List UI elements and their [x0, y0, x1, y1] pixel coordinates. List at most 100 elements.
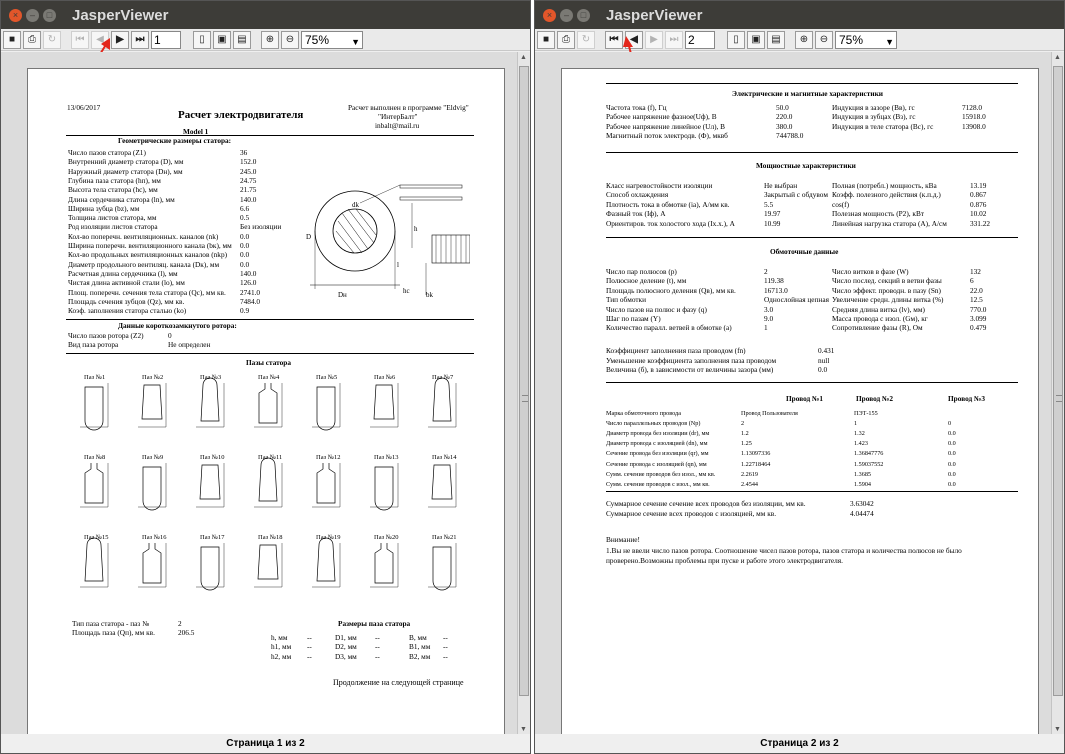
zoom-select[interactable]: 75% ▼: [835, 30, 897, 49]
row-value: 1.36847776: [854, 450, 884, 458]
table-row: Уменьшение коэффициента заполнения паза …: [606, 356, 906, 366]
row-value: 1.5904: [854, 480, 872, 488]
company-name: "ИнтерБалт": [378, 112, 418, 121]
save-button[interactable]: ■: [3, 30, 21, 49]
table-row: Тип обмотки Однослойная цепная: [606, 295, 829, 304]
slot-label: Паз №11: [258, 454, 282, 461]
close-icon: ×: [12, 9, 19, 20]
last-page-button[interactable]: ⏭: [131, 30, 149, 49]
print-button[interactable]: ⎙: [23, 30, 41, 49]
row-label: Число послед. секций в ветви фазы: [832, 276, 942, 286]
row-value: 0.0: [240, 259, 250, 269]
maximize-window-button[interactable]: □: [43, 8, 56, 22]
fit-page-button[interactable]: ▣: [747, 30, 765, 49]
table-row: h, мм -- D1, мм -- B, мм --: [271, 633, 471, 642]
report-date: 13/06/2017: [67, 103, 101, 112]
report-viewport[interactable]: Электрические и магнитные характеристики…: [535, 52, 1064, 740]
zoom-select[interactable]: 75% ▼: [301, 30, 363, 49]
last-page-icon: ⏭: [135, 34, 145, 45]
row-label: Длина сердечника статора (ln), мм: [68, 194, 175, 204]
row-value: Не определен: [168, 340, 211, 350]
slot-shape: [428, 377, 457, 428]
printer-icon: ⎙: [562, 34, 570, 45]
reload-button[interactable]: ↻: [43, 30, 61, 49]
fit-page-button[interactable]: ▣: [213, 30, 231, 49]
last-page-button[interactable]: ⏭: [665, 30, 683, 49]
slot-type-value: 2: [178, 619, 182, 628]
table-row: Ширина зубца (bz), мм 6.6: [68, 204, 308, 213]
vertical-scrollbar[interactable]: ▲ ▼: [517, 52, 530, 735]
row-value: --: [443, 633, 448, 642]
row-value: D2, мм: [335, 642, 357, 652]
page-number-input[interactable]: 2: [685, 30, 715, 49]
row-value: 4.04474: [850, 508, 874, 518]
zoom-out-button[interactable]: ⊖: [281, 30, 299, 49]
table-row: Число параллельных проводов (Np) 2 1 0: [606, 419, 1018, 429]
table-row: Кол-во поперечн. вентиляционных. каналов…: [68, 232, 308, 241]
save-button[interactable]: ■: [537, 30, 555, 49]
minimize-window-button[interactable]: –: [26, 8, 39, 22]
actual-size-button[interactable]: ▯: [727, 30, 745, 49]
slot-label: Паз №9: [142, 454, 163, 461]
slot-shape: [196, 377, 225, 428]
row-label: Суммарное сечение сечение всех проводов …: [606, 499, 806, 508]
reload-button[interactable]: ↻: [577, 30, 595, 49]
zoom-value: 75%: [839, 32, 864, 47]
row-value: 132: [970, 267, 981, 276]
minimize-window-button[interactable]: –: [560, 8, 573, 22]
close-window-button[interactable]: ×: [9, 8, 22, 22]
row-label: Толщина листов статора, мм: [68, 213, 157, 223]
row-value: 10.99: [764, 218, 781, 228]
row-value: 770.0: [970, 304, 987, 314]
row-value: 0: [948, 420, 952, 428]
row-value: 2741.0: [240, 287, 261, 297]
row-value: 140.0: [240, 194, 257, 204]
slot-label: Паз №18: [258, 534, 282, 541]
zoom-out-button[interactable]: ⊖: [815, 30, 833, 49]
slot-shape: [254, 457, 283, 508]
row-value: --: [375, 651, 380, 661]
row-label: Кол-во поперечн. вентиляционных. каналов…: [68, 231, 219, 241]
slot-label: Паз №5: [316, 374, 337, 381]
fit-page-icon: ▣: [751, 34, 761, 45]
slot-label: Паз №13: [374, 454, 398, 461]
wire-column-header: Провод №1: [786, 394, 824, 403]
row-value: 0.5: [240, 213, 250, 223]
row-label: Род изоляции листов статора: [68, 222, 158, 232]
slot-shape: [80, 383, 109, 431]
row-value: 2.2619: [741, 470, 759, 478]
close-window-button[interactable]: ×: [543, 8, 556, 22]
table-row: Число витков в фазе (W) 132: [832, 267, 1018, 276]
row-value: 50.0: [776, 103, 789, 112]
row-value: 22.0: [970, 285, 983, 295]
slot-type-label: Тип паза статора - паз №: [72, 619, 150, 628]
row-value: 19.97: [764, 209, 781, 219]
scroll-thumb[interactable]: [1053, 66, 1063, 696]
row-label: Кол-во продольных вентиляционных каналов…: [68, 250, 228, 260]
table-row: Шаг по пазам (Y) 9.0: [606, 314, 821, 323]
vertical-scrollbar[interactable]: ▲ ▼: [1051, 52, 1064, 735]
page-number-input[interactable]: 1: [151, 30, 181, 49]
scroll-thumb[interactable]: [519, 66, 529, 696]
fit-width-button[interactable]: ▤: [767, 30, 785, 49]
zoom-in-button[interactable]: ⊕: [261, 30, 279, 49]
table-row: Площадь сечения зубцов (Qz), мм кв. 7484.…: [68, 297, 308, 306]
reload-icon: ↻: [47, 34, 57, 45]
row-value: 1.32: [854, 430, 865, 438]
actual-size-button[interactable]: ▯: [193, 30, 211, 49]
close-icon: ×: [546, 9, 553, 20]
fit-width-button[interactable]: ▤: [233, 30, 251, 49]
maximize-window-button[interactable]: □: [577, 8, 590, 22]
row-value: 1.2: [741, 430, 749, 438]
row-label: Коэф. заполнения статора сталью (ko): [68, 306, 187, 316]
row-label: Величина (б), в зависимости от величины …: [606, 365, 774, 375]
row-value: 0.0: [948, 460, 956, 468]
slot-shape: [138, 383, 167, 428]
table-row: Способ охлаждения Закрытый с обдувом: [606, 190, 828, 199]
report-viewport[interactable]: 13/06/2017 Расчет электродвигателя Model…: [1, 52, 530, 740]
row-value: 10.02: [970, 209, 987, 219]
zoom-in-button[interactable]: ⊕: [795, 30, 813, 49]
print-button[interactable]: ⎙: [557, 30, 575, 49]
row-value: --: [375, 642, 380, 652]
slot-shape: [196, 543, 225, 591]
